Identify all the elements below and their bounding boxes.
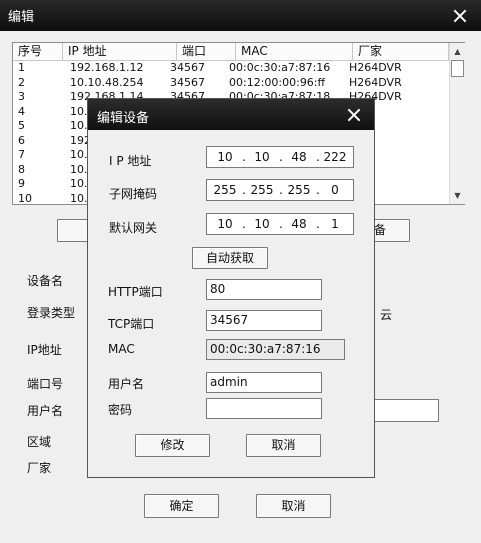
outer-close-icon[interactable] [451, 7, 469, 25]
ip-octet[interactable]: 222 [320, 150, 350, 164]
row-cell-no: 8 [18, 162, 25, 176]
row-cell-vendor: H264DVR [349, 75, 402, 89]
mask-octet[interactable]: 255 [284, 183, 314, 197]
ip-octet[interactable]: 10 [247, 150, 277, 164]
label-username: 用户名 [27, 404, 64, 418]
row-cell-port: 34567 [170, 75, 205, 89]
row-cell-ip: 192.168.1.12 [70, 61, 144, 74]
modify-button[interactable]: 修改 [135, 434, 210, 457]
gateway-octet[interactable]: 10 [210, 217, 240, 231]
column-header-mac[interactable]: MAC [236, 43, 353, 61]
label-device-name: 设备名 [27, 274, 64, 288]
label-area: 区域 [27, 435, 52, 449]
label-ip-address: IP地址 [27, 343, 62, 357]
scroll-up-icon[interactable]: ▲ [450, 44, 465, 59]
scroll-down-icon[interactable]: ▼ [450, 188, 465, 203]
row-cell-no: 1 [18, 61, 25, 74]
tcp-port-label: TCP端口 [108, 317, 155, 331]
gateway-dot: . [242, 217, 246, 231]
row-cell-mac: 00:0c:30:a7:87:16 [229, 61, 331, 74]
mask-octet[interactable]: 255 [210, 183, 240, 197]
outer-title-bar: 编辑 [0, 0, 481, 31]
subnet-mask-input[interactable]: 255 . 255 . 255 . 0 [206, 179, 354, 201]
label-cloud: 云 [380, 308, 393, 322]
http-port-label: HTTP端口 [108, 285, 163, 299]
ip-octet[interactable]: 48 [284, 150, 314, 164]
column-header-port[interactable]: 端口 [177, 43, 236, 61]
ip-address-label: I P 地址 [109, 154, 152, 168]
dialog-title-bar: 编辑设备 [88, 99, 374, 130]
mac-label: MAC [108, 342, 135, 356]
row-cell-no: 4 [18, 104, 25, 118]
gateway-octet[interactable]: 10 [247, 217, 277, 231]
ip-address-input[interactable]: 10 . 10 . 48 . 222 [206, 146, 354, 168]
gateway-dot: . [279, 217, 283, 231]
table-row[interactable]: 1 192.168.1.12 34567 00:0c:30:a7:87:16 H264D… [13, 61, 449, 76]
gateway-label: 默认网关 [109, 221, 158, 235]
tcp-port-input[interactable]: 34567 [206, 310, 322, 331]
scroll-thumb[interactable] [451, 60, 464, 77]
column-header-vendor[interactable]: 厂家 [353, 43, 449, 61]
mask-octet[interactable]: 255 [247, 183, 277, 197]
column-header-ip[interactable]: IP 地址 [63, 43, 177, 61]
dialog-cancel-button[interactable]: 取消 [246, 434, 321, 457]
dialog-close-icon[interactable] [345, 106, 363, 124]
list-header: 序号 IP 地址 端口 MAC 厂家 [13, 43, 449, 61]
ok-button[interactable]: 确定 [144, 494, 219, 518]
gateway-octet[interactable]: 48 [284, 217, 314, 231]
http-port-input[interactable]: 80 [206, 279, 322, 300]
username-label: 用户名 [108, 377, 145, 391]
row-cell-no: 2 [18, 75, 25, 89]
mask-octet[interactable]: 0 [320, 183, 350, 197]
row-cell-vendor: H264DVR [349, 61, 402, 74]
dialog-title: 编辑设备 [97, 111, 150, 126]
password-label: 密码 [108, 403, 133, 417]
ip-dot: . [242, 150, 246, 164]
row-cell-no: 10 [18, 191, 32, 205]
gateway-octet[interactable]: 1 [320, 217, 350, 231]
subnet-mask-label: 子网掩码 [109, 187, 158, 201]
table-row[interactable]: 2 10.10.48.254 34567 00:12:00:00:96:ff H264D… [13, 76, 449, 91]
label-vendor: 厂家 [27, 461, 52, 475]
row-cell-no: 7 [18, 148, 25, 161]
mac-field: 00:0c:30:a7:87:16 [206, 339, 345, 360]
mask-dot: . [242, 183, 246, 197]
row-cell-no: 6 [18, 133, 25, 147]
ip-octet[interactable]: 10 [210, 150, 240, 164]
auto-obtain-button[interactable]: 自动获取 [192, 247, 268, 269]
edit-device-dialog: 编辑设备 I P 地址 10 . 10 . 48 . 222 子网掩码 255 … [87, 98, 375, 478]
list-right-button-label: 备 [374, 223, 387, 237]
row-cell-no: 5 [18, 119, 25, 132]
gateway-input[interactable]: 10 . 10 . 48 . 1 [206, 213, 354, 235]
row-cell-no: 9 [18, 177, 25, 190]
row-cell-no: 3 [18, 90, 25, 103]
ip-dot: . [279, 150, 283, 164]
column-header-no[interactable]: 序号 [13, 43, 63, 61]
username-input-outer[interactable] [375, 399, 439, 422]
row-cell-ip: 10.10.48.254 [70, 75, 144, 89]
mask-dot: . [279, 183, 283, 197]
label-login-type: 登录类型 [27, 306, 76, 320]
row-cell-port: 34567 [170, 61, 205, 74]
label-port: 端口号 [27, 377, 64, 391]
username-input[interactable]: admin [206, 372, 322, 393]
outer-cancel-button[interactable]: 取消 [256, 494, 331, 518]
list-scrollbar[interactable]: ▲ ▼ [449, 43, 465, 204]
password-input[interactable] [206, 398, 322, 419]
row-cell-mac: 00:12:00:00:96:ff [229, 75, 326, 89]
outer-window-title: 编辑 [8, 10, 35, 25]
